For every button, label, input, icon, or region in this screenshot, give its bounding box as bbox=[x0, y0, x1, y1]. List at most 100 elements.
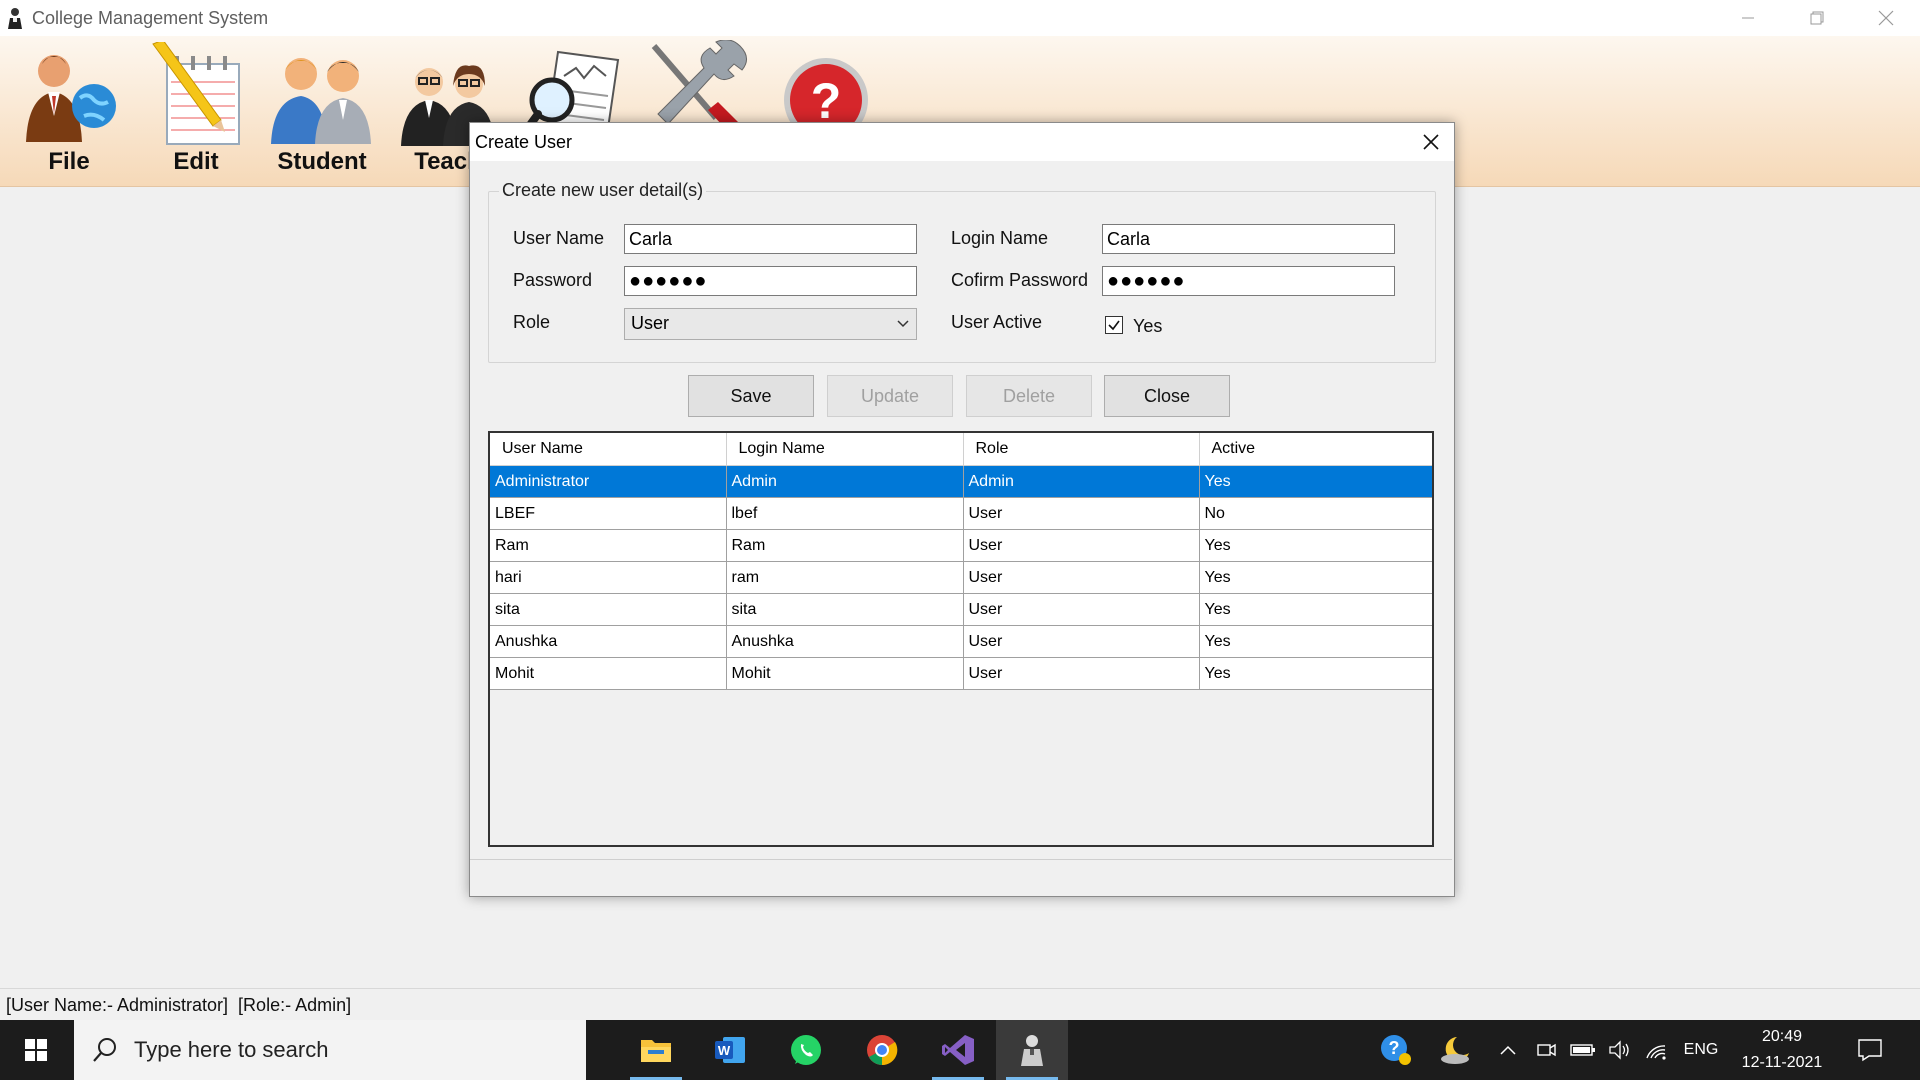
cell-role[interactable]: User bbox=[963, 529, 1200, 562]
cell-login-name[interactable]: ram bbox=[726, 561, 964, 594]
weather-moon-icon bbox=[1441, 1037, 1469, 1064]
word-icon: W bbox=[715, 1037, 745, 1063]
cell-user-name[interactable]: Ram bbox=[490, 529, 727, 562]
tray-weather[interactable] bbox=[1430, 1020, 1482, 1080]
clock-date: 12-11-2021 bbox=[1741, 1054, 1823, 1071]
user-name-input[interactable] bbox=[624, 224, 917, 254]
cell-active[interactable]: Yes bbox=[1199, 465, 1432, 498]
whatsapp-icon bbox=[791, 1035, 821, 1065]
cell-user-name[interactable]: sita bbox=[490, 593, 727, 626]
table-row[interactable]: Anushka Anushka User Yes bbox=[490, 625, 1432, 658]
restore-icon bbox=[1810, 11, 1823, 25]
tray-language[interactable]: ENG bbox=[1676, 1020, 1726, 1080]
tray-wifi[interactable] bbox=[1638, 1020, 1674, 1080]
app-title: College Management System bbox=[32, 7, 269, 28]
search-placeholder: Type here to search bbox=[134, 1037, 329, 1062]
confirm-password-label: Cofirm Password bbox=[951, 270, 1089, 290]
toolbar-file-button[interactable]: File bbox=[9, 40, 129, 176]
close-icon bbox=[1423, 134, 1439, 150]
cell-login-name[interactable]: lbef bbox=[726, 497, 964, 530]
table-row[interactable]: Ram Ram User Yes bbox=[490, 529, 1432, 562]
taskbar-college-app[interactable] bbox=[996, 1020, 1068, 1080]
close-button[interactable]: Close bbox=[1104, 375, 1230, 417]
group-legend: Create new user detail(s) bbox=[499, 180, 707, 201]
cell-user-name[interactable]: LBEF bbox=[490, 497, 727, 530]
dialog-close-button[interactable] bbox=[1416, 127, 1446, 157]
users-table-header: User Name Login Name Role Active bbox=[490, 433, 1432, 466]
chrome-icon bbox=[867, 1035, 898, 1066]
taskbar-file-explorer[interactable] bbox=[620, 1020, 692, 1080]
cell-role[interactable]: User bbox=[963, 657, 1200, 690]
volume-icon bbox=[1609, 1040, 1629, 1060]
cell-active[interactable]: No bbox=[1199, 497, 1432, 530]
role-label: Role bbox=[513, 312, 551, 332]
cell-login-name[interactable]: sita bbox=[726, 593, 964, 626]
start-button[interactable] bbox=[0, 1020, 72, 1080]
user-active-label: User Active bbox=[951, 312, 1043, 332]
tray-show-hidden-icons[interactable] bbox=[1490, 1020, 1526, 1080]
password-label: Password bbox=[513, 270, 593, 290]
minimize-button[interactable] bbox=[1713, 0, 1782, 36]
column-header-active[interactable]: Active bbox=[1199, 433, 1432, 466]
cell-role[interactable]: User bbox=[963, 497, 1200, 530]
cell-user-name[interactable]: Anushka bbox=[490, 625, 727, 658]
taskbar-clock[interactable]: 20:49 12-11-2021 bbox=[1732, 1020, 1832, 1080]
column-header-role[interactable]: Role bbox=[963, 433, 1200, 466]
update-button[interactable]: Update bbox=[827, 375, 953, 417]
table-row[interactable]: Administrator Admin Admin Yes bbox=[490, 465, 1432, 498]
cell-user-name[interactable]: hari bbox=[490, 561, 727, 594]
cell-active[interactable]: Yes bbox=[1199, 561, 1432, 594]
tray-notifications[interactable] bbox=[1840, 1020, 1900, 1080]
tray-help[interactable]: ? bbox=[1370, 1020, 1422, 1080]
status-bar: [User Name:- Administrator] [Role:- Admi… bbox=[0, 988, 1920, 1020]
cell-active[interactable]: Yes bbox=[1199, 657, 1432, 690]
table-row[interactable]: LBEF lbef User No bbox=[490, 497, 1432, 530]
tray-volume[interactable] bbox=[1602, 1020, 1638, 1080]
dialog-title: Create User bbox=[475, 131, 573, 152]
confirm-password-input[interactable]: ●●●●●● bbox=[1102, 266, 1395, 296]
windows-logo-icon bbox=[25, 1039, 47, 1061]
taskbar-whatsapp[interactable] bbox=[770, 1020, 842, 1080]
delete-button[interactable]: Delete bbox=[966, 375, 1092, 417]
cell-user-name[interactable]: Mohit bbox=[490, 657, 727, 690]
cell-active[interactable]: Yes bbox=[1199, 529, 1432, 562]
table-row[interactable]: Mohit Mohit User Yes bbox=[490, 657, 1432, 690]
password-input[interactable]: ●●●●●● bbox=[624, 266, 917, 296]
cell-role[interactable]: Admin bbox=[963, 465, 1200, 498]
users-grid[interactable]: User Name Login Name Role Active Adminis… bbox=[488, 431, 1434, 847]
taskbar-word[interactable]: W bbox=[694, 1020, 766, 1080]
cell-login-name[interactable]: Ram bbox=[726, 529, 964, 562]
cell-role[interactable]: User bbox=[963, 625, 1200, 658]
taskbar-search-box[interactable]: Type here to search bbox=[74, 1020, 586, 1080]
table-row[interactable]: hari ram User Yes bbox=[490, 561, 1432, 594]
restore-button[interactable] bbox=[1782, 0, 1851, 36]
toolbar-student-button[interactable]: Student bbox=[262, 40, 382, 176]
taskbar-visual-studio[interactable] bbox=[922, 1020, 994, 1080]
role-selected-value: User bbox=[631, 313, 670, 333]
cell-role[interactable]: User bbox=[963, 561, 1200, 594]
tray-meet-now[interactable] bbox=[1528, 1020, 1564, 1080]
cell-login-name[interactable]: Anushka bbox=[726, 625, 964, 658]
column-header-login-name[interactable]: Login Name bbox=[726, 433, 964, 466]
login-name-input[interactable] bbox=[1102, 224, 1395, 254]
user-active-checkbox[interactable] bbox=[1105, 316, 1123, 334]
cell-login-name[interactable]: Mohit bbox=[726, 657, 964, 690]
search-icon bbox=[93, 1038, 116, 1062]
close-window-button[interactable] bbox=[1851, 0, 1920, 36]
file-explorer-icon bbox=[641, 1040, 671, 1062]
cell-active[interactable]: Yes bbox=[1199, 625, 1432, 658]
column-header-user-name[interactable]: User Name bbox=[490, 433, 727, 466]
toolbar-edit-button[interactable]: Edit bbox=[136, 40, 256, 176]
svg-text:?: ? bbox=[811, 73, 842, 129]
cell-user-name[interactable]: Administrator bbox=[490, 465, 727, 498]
tray-battery[interactable] bbox=[1564, 1020, 1602, 1080]
app-icon bbox=[8, 8, 22, 29]
cell-active[interactable]: Yes bbox=[1199, 593, 1432, 626]
taskbar-chrome[interactable] bbox=[846, 1020, 918, 1080]
save-button[interactable]: Save bbox=[688, 375, 814, 417]
role-select[interactable]: User bbox=[624, 308, 917, 340]
user-details-group: Create new user detail(s) User Name Pass… bbox=[488, 180, 1436, 363]
cell-role[interactable]: User bbox=[963, 593, 1200, 626]
table-row[interactable]: sita sita User Yes bbox=[490, 593, 1432, 626]
cell-login-name[interactable]: Admin bbox=[726, 465, 964, 498]
